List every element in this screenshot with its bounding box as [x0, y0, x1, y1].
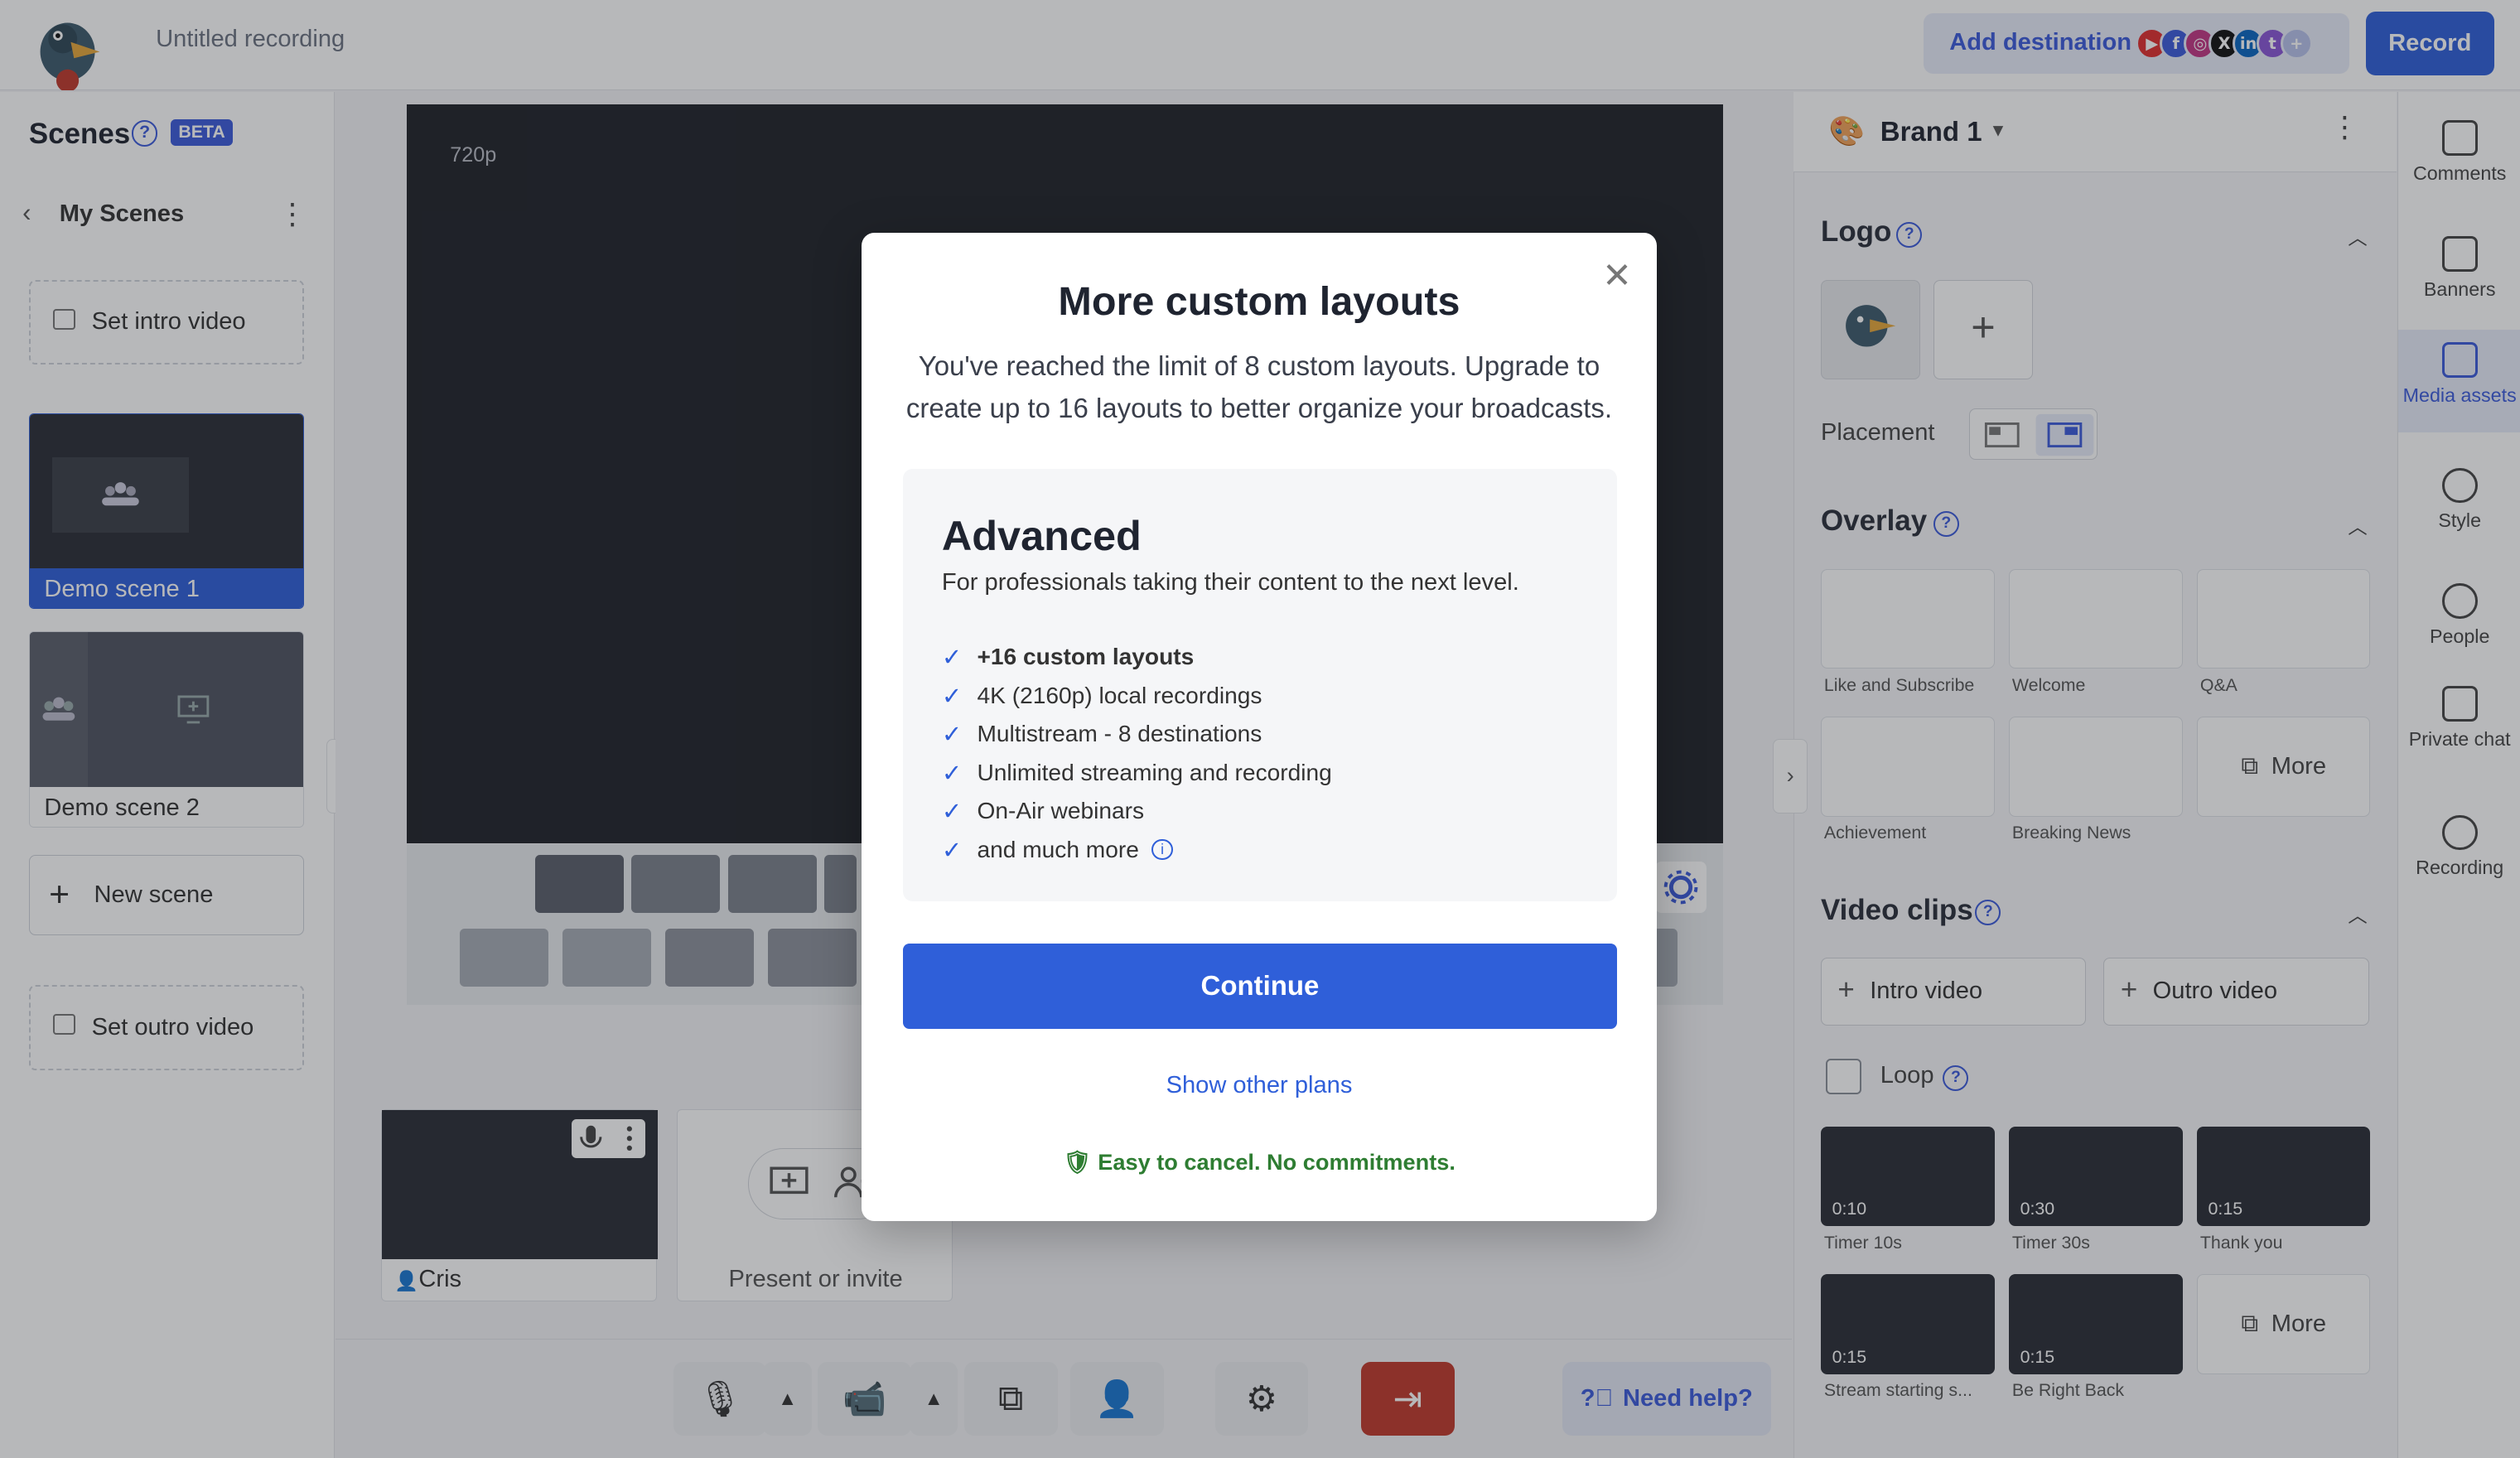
check-icon: ✓ — [941, 642, 963, 671]
feature-label: Multistream - 8 destinations — [977, 721, 1262, 747]
cancel-note-text: Easy to cancel. No commitments. — [1098, 1149, 1456, 1176]
check-icon: ✓ — [941, 681, 963, 710]
feature-item: ✓ +16 custom layouts — [942, 643, 1195, 671]
feature-item: ✓ Multistream - 8 destinations — [942, 720, 1262, 748]
modal-title: More custom layouts — [1058, 278, 1460, 324]
plan-name: Advanced — [941, 511, 1142, 559]
feature-item: ✓ and much more i — [942, 836, 1173, 864]
continue-button[interactable]: Continue — [903, 943, 1617, 1029]
show-other-plans-link[interactable]: Show other plans — [862, 1072, 1657, 1099]
check-icon: ✓ — [941, 835, 963, 864]
plan-subtitle: For professionals taking their content t… — [941, 568, 1519, 596]
check-icon: ✓ — [941, 720, 963, 749]
check-icon: ✓ — [941, 758, 963, 787]
feature-label: Unlimited streaming and recording — [977, 759, 1332, 785]
feature-label: 4K (2160p) local recordings — [977, 682, 1262, 708]
cancel-note: 🛡 Easy to cancel. No commitments. — [862, 1149, 1657, 1176]
modal-description: You've reached the limit of 8 custom lay… — [905, 350, 1613, 423]
feature-label: and much more — [977, 836, 1139, 862]
shield-check-icon: 🛡 — [1063, 1149, 1092, 1176]
plan-card: Advanced For professionals taking their … — [903, 469, 1617, 902]
feature-item: ✓ Unlimited streaming and recording — [942, 759, 1332, 787]
info-icon[interactable]: i — [1151, 839, 1173, 861]
check-icon: ✓ — [941, 797, 963, 826]
feature-label: On-Air webinars — [977, 798, 1145, 824]
upgrade-modal: ✕ More custom layouts You've reached the… — [861, 233, 1658, 1222]
feature-item: ✓ On-Air webinars — [942, 797, 1144, 825]
feature-item: ✓ 4K (2160p) local recordings — [942, 682, 1262, 710]
feature-label: +16 custom layouts — [977, 643, 1195, 669]
